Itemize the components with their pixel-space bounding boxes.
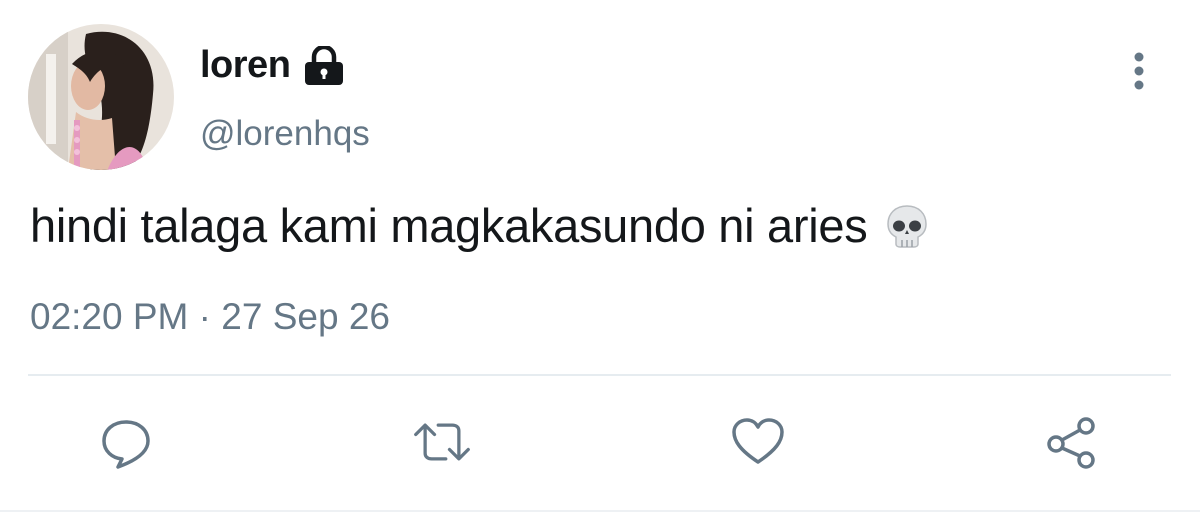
lock-icon [302,45,346,86]
bottom-divider [0,510,1200,512]
skull-emoji [883,202,931,250]
tweet-timestamp[interactable]: 02:20 PM · 27 Sep 26 [30,296,390,338]
like-button[interactable] [728,412,788,472]
display-name-text: loren [200,44,291,86]
retweet-button[interactable] [412,412,472,472]
retweet-icon [414,423,470,461]
divider [28,374,1171,376]
avatar-photo [28,24,174,170]
tweet-date: 27 Sep 26 [221,296,390,337]
author-handle[interactable]: @lorenhqs [200,114,370,154]
share-icon [1047,417,1095,469]
tweet-time: 02:20 PM [30,296,189,337]
share-button[interactable] [1042,412,1102,472]
tweet-card: loren @lorenhqs hindi talaga kami magkak… [0,0,1200,530]
reply-button[interactable] [96,412,156,472]
action-bar [0,400,1200,500]
tweet-body: hindi talaga kami magkakasundo ni aries [30,199,868,252]
author-display-name[interactable]: loren [200,44,346,87]
heart-icon [732,418,784,464]
tweet-text: hindi talaga kami magkakasundo ni aries [30,198,931,253]
more-vertical-icon[interactable] [1124,50,1154,92]
timestamp-separator: · [198,296,211,337]
avatar[interactable] [28,24,174,170]
reply-icon [102,420,150,469]
